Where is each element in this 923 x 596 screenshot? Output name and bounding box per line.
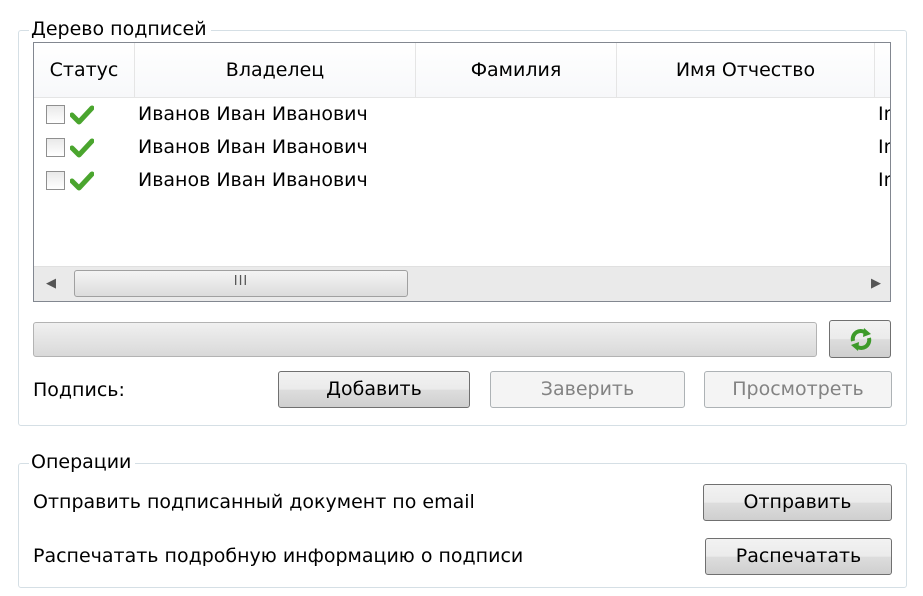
signature-label: Подпись: bbox=[33, 379, 125, 401]
row-checkbox[interactable] bbox=[46, 171, 65, 190]
row-truncated-cell: In bbox=[878, 103, 890, 125]
scroll-left-icon[interactable]: ◀ bbox=[46, 276, 56, 291]
add-button[interactable]: Добавить bbox=[278, 371, 470, 408]
operations-group-title: Операции bbox=[29, 450, 136, 474]
scroll-right-icon[interactable]: ▶ bbox=[871, 276, 881, 291]
row-truncated-cell: In bbox=[878, 136, 890, 158]
table-row[interactable]: Иванов Иван Иванович In bbox=[34, 131, 890, 164]
certify-button[interactable]: Заверить bbox=[490, 371, 685, 408]
check-icon bbox=[70, 105, 94, 125]
progress-bar bbox=[33, 322, 817, 357]
refresh-button[interactable] bbox=[829, 320, 891, 358]
table-row[interactable]: Иванов Иван Иванович In bbox=[34, 164, 890, 197]
column-header-owner[interactable]: Владелец bbox=[135, 43, 416, 97]
list-header: Статус Владелец Фамилия Имя Отчество bbox=[34, 43, 890, 98]
column-header-first-middle-name[interactable]: Имя Отчество bbox=[617, 43, 875, 97]
print-button[interactable]: Распечатать bbox=[705, 538, 892, 575]
signatures-list[interactable]: Статус Владелец Фамилия Имя Отчество Ива… bbox=[33, 42, 891, 302]
column-header-extra[interactable] bbox=[875, 43, 890, 97]
row-truncated-cell: In bbox=[878, 169, 890, 191]
check-icon bbox=[70, 171, 94, 191]
column-header-status[interactable]: Статус bbox=[34, 43, 135, 97]
horizontal-scrollbar[interactable]: ◀ III ▶ bbox=[34, 266, 890, 301]
row-owner: Иванов Иван Иванович bbox=[138, 136, 368, 158]
row-checkbox[interactable] bbox=[46, 138, 65, 157]
check-icon bbox=[70, 138, 94, 158]
view-button[interactable]: Просмотреть bbox=[704, 371, 892, 408]
refresh-icon bbox=[850, 328, 872, 351]
print-description: Распечатать подробную информацию о подпи… bbox=[33, 545, 524, 567]
send-description: Отправить подписанный документ по email bbox=[33, 491, 475, 513]
send-button[interactable]: Отправить bbox=[703, 484, 892, 521]
scroll-thumb[interactable]: III bbox=[74, 270, 408, 297]
row-owner: Иванов Иван Иванович bbox=[138, 103, 368, 125]
table-row[interactable]: Иванов Иван Иванович In bbox=[34, 98, 890, 131]
row-owner: Иванов Иван Иванович bbox=[138, 169, 368, 191]
row-checkbox[interactable] bbox=[46, 105, 65, 124]
column-header-last-name[interactable]: Фамилия bbox=[416, 43, 617, 97]
signatures-group-title: Дерево подписей bbox=[29, 17, 211, 41]
scroll-thumb-grip: III bbox=[233, 274, 249, 289]
